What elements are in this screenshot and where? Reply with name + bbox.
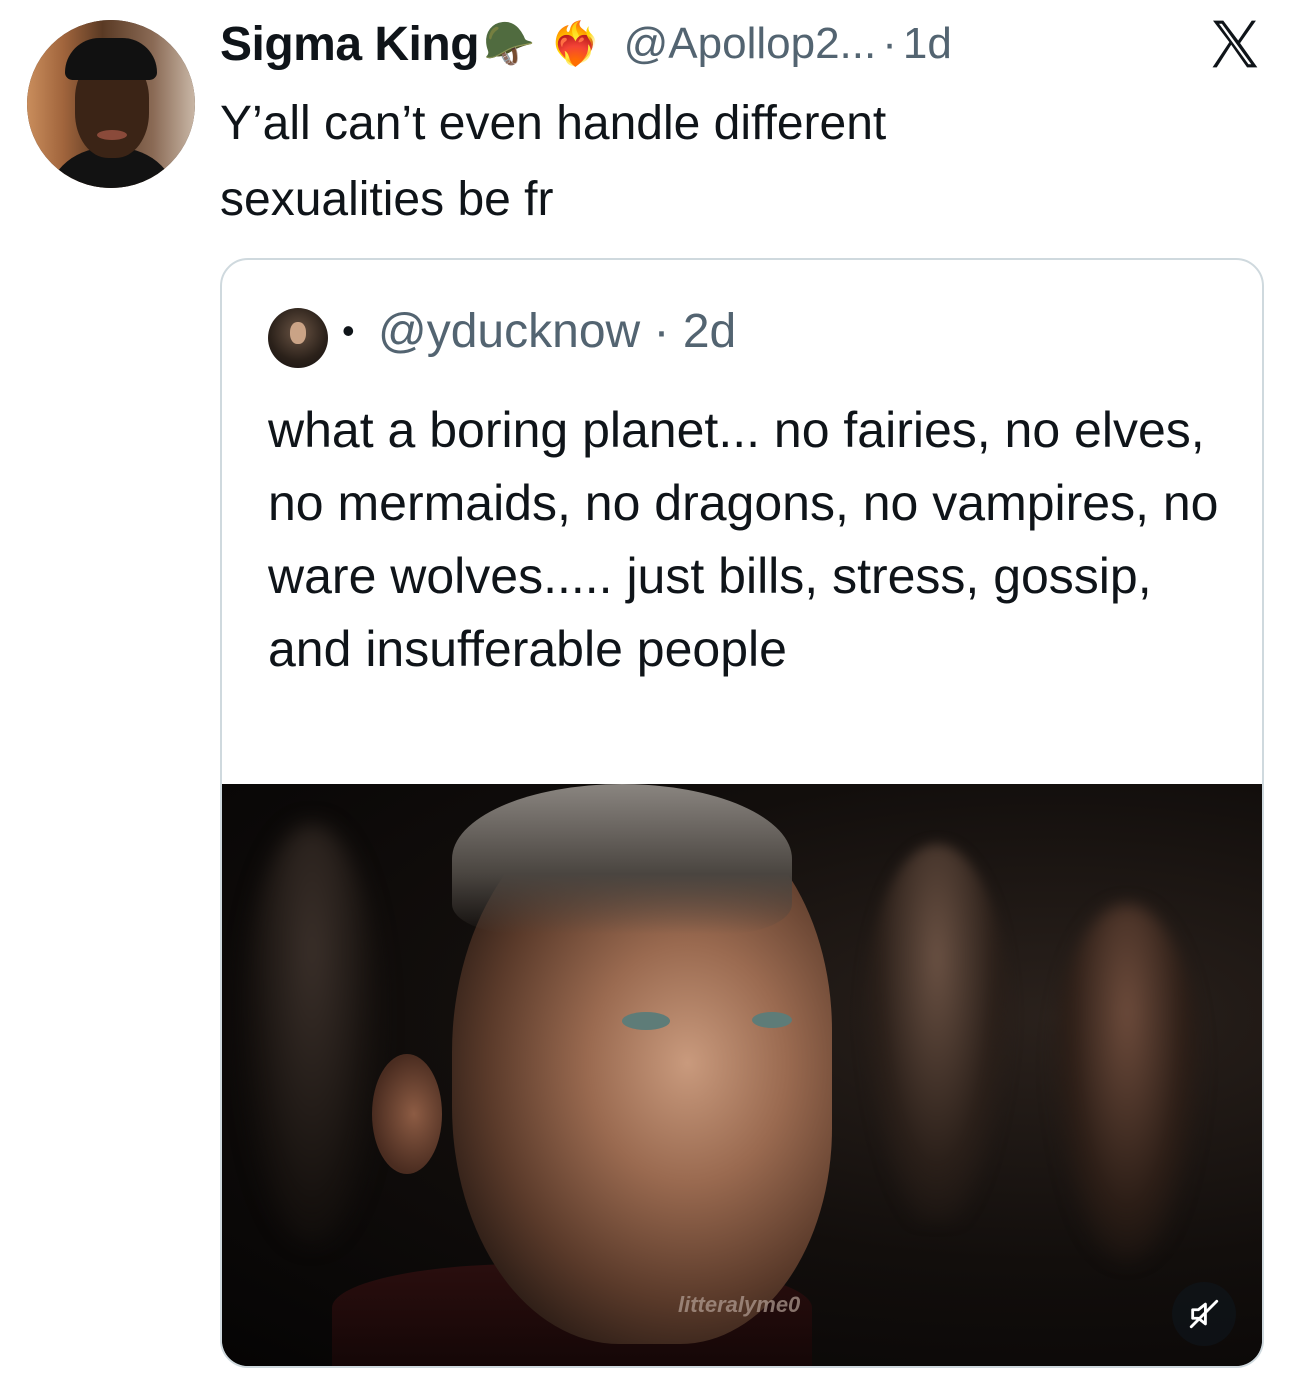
x-logo-icon[interactable] — [1206, 16, 1262, 72]
avatar-cap — [65, 38, 157, 80]
heart-on-fire-emoji: ❤️‍🔥 — [549, 19, 602, 68]
author-handle[interactable]: @Apollop2... — [624, 19, 877, 69]
video-crowd-right — [1052, 904, 1202, 1264]
video-subject-ear — [372, 1054, 442, 1174]
video-subject-eye — [622, 1012, 670, 1030]
quoted-tweet-text: what a boring planet... no fairies, no e… — [268, 402, 1219, 677]
video-crowd-left — [242, 824, 382, 1244]
quoted-bullet: • — [342, 310, 355, 351]
tweet-timestamp[interactable]: 1d — [903, 19, 952, 69]
speaker-muted-icon — [1189, 1299, 1219, 1329]
quoted-tweet-video[interactable]: litteralyme0 — [222, 784, 1262, 1366]
tweet-header: Sigma King 🪖 ❤️‍🔥 @Apollop2... · 1d — [220, 12, 952, 76]
author-avatar[interactable] — [27, 20, 195, 188]
video-subject-hair — [452, 784, 792, 934]
video-watermark: litteralyme0 — [678, 1292, 801, 1317]
military-helmet-emoji: 🪖 — [483, 19, 536, 68]
quoted-author-handle[interactable]: @yducknow — [378, 305, 640, 358]
quoted-tweet-card[interactable]: • @yducknow · 2d what a boring planet...… — [220, 258, 1264, 1368]
avatar-mouth — [97, 130, 127, 140]
tweet-text: Y’all can’t even handle different sexual… — [220, 97, 887, 226]
video-subject-eye — [752, 1012, 792, 1028]
quoted-meta-separator: · — [653, 305, 670, 358]
quoted-tweet-timestamp[interactable]: 2d — [683, 305, 736, 358]
meta-separator: · — [882, 19, 897, 68]
author-display-name[interactable]: Sigma King — [220, 17, 480, 72]
video-crowd-center — [862, 844, 1012, 1224]
quoted-author-avatar[interactable] — [268, 308, 328, 368]
quoted-tweet-meta: @yducknow · 2d — [378, 304, 736, 359]
mute-button[interactable] — [1172, 1282, 1236, 1346]
